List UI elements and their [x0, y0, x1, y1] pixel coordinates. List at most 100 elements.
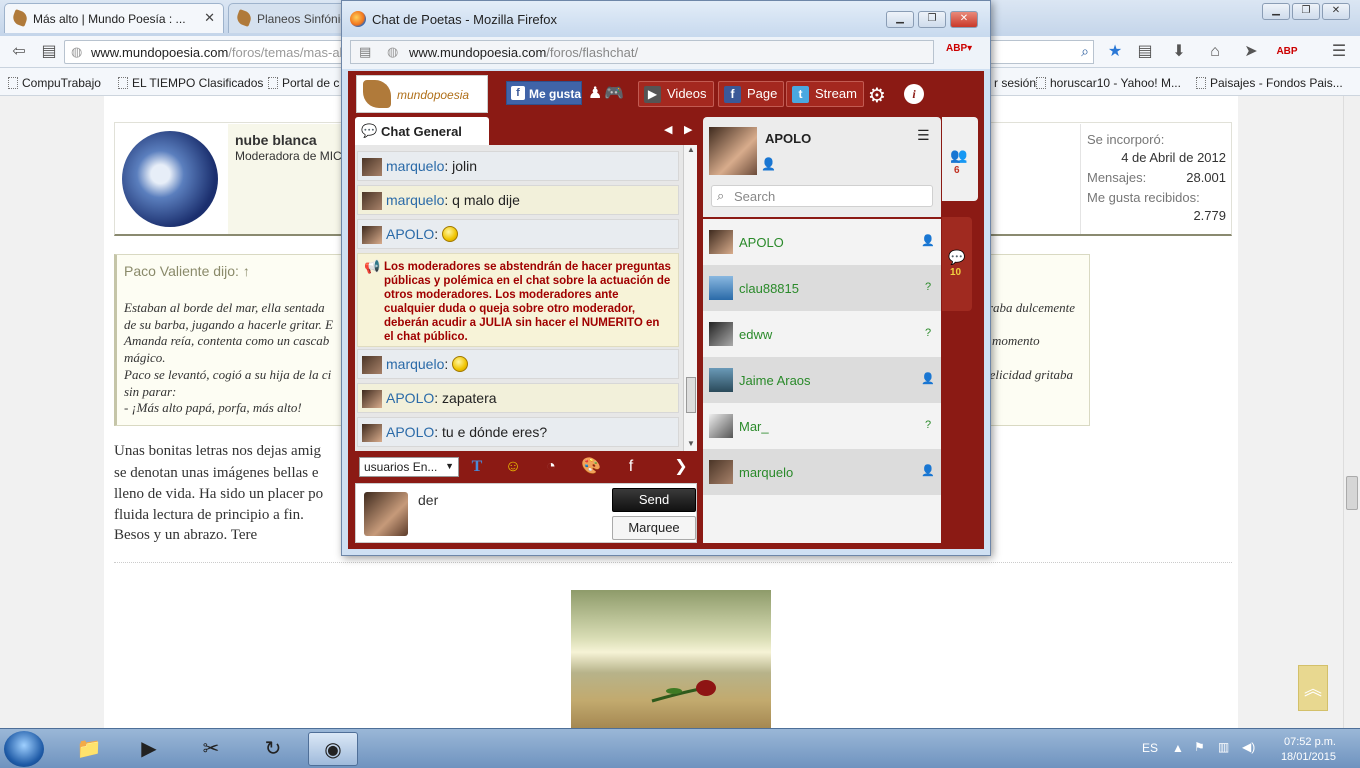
chevron-right-icon[interactable]: ❯	[669, 456, 693, 478]
scrollbar-thumb[interactable]	[1346, 476, 1358, 510]
scroll-down-icon[interactable]: ▼	[687, 439, 695, 448]
bookmark-item[interactable]: r sesión	[994, 76, 1036, 90]
user-row[interactable]: Jaime Araos 👤	[703, 357, 941, 403]
minimize-button[interactable]: ▁	[886, 11, 914, 28]
chat-application: mundopoesia f Me gusta ♟ 🎮 ▶ Videos f Page…	[348, 71, 984, 549]
users-select[interactable]: usuarios En... ▼	[359, 457, 459, 477]
clock-time: 07:52 p.m.	[1284, 736, 1336, 748]
tray-arrow-icon[interactable]: ▲	[1172, 741, 1184, 755]
user-search-input[interactable]: ⌕ Search	[711, 185, 933, 207]
user-row[interactable]: APOLO 👤	[703, 219, 941, 265]
user-row[interactable]: marquelo 👤	[703, 449, 941, 495]
url-path: /foros/flashchat/	[546, 45, 639, 60]
facebook-share-icon[interactable]: f	[619, 456, 643, 478]
marquee-button[interactable]: Marquee	[612, 516, 696, 540]
search-field[interactable]: ⌕	[990, 40, 1094, 64]
bookmark-item[interactable]: horuscar10 - Yahoo! M...	[1036, 76, 1181, 90]
tab-planeos[interactable]: Planeos Sinfónic	[228, 3, 348, 33]
volume-icon[interactable]: ◀)	[1242, 740, 1255, 754]
megaphone-icon: 📢	[364, 259, 381, 274]
tab-title: Planeos Sinfónic	[257, 12, 347, 26]
user-row[interactable]: edww?	[703, 311, 941, 357]
smiley-icon	[442, 226, 459, 242]
videos-button[interactable]: ▶ Videos	[638, 81, 714, 107]
url-path: /foros/temas/mas-alto	[228, 45, 344, 60]
tab-next-icon[interactable]: ▶	[684, 123, 692, 136]
list-icon[interactable]: ☰	[917, 127, 930, 144]
mundopoesia-logo[interactable]: mundopoesia	[356, 75, 488, 113]
chat-scrollbar[interactable]: ▲ ▼	[683, 145, 697, 451]
info-icon[interactable]: i	[904, 84, 924, 104]
chat-messages[interactable]: marquelo: jolin marquelo: q malo dije AP…	[355, 145, 697, 451]
adblock-icon[interactable]: ABP	[1276, 41, 1298, 63]
windows-start-icon[interactable]	[4, 731, 44, 767]
adblock-icon[interactable]: ABP▾	[946, 43, 972, 54]
tab-prev-icon[interactable]: ◀	[664, 123, 672, 136]
avatar[interactable]	[709, 127, 757, 175]
double-chevron-up-icon[interactable]: ︽	[1298, 665, 1328, 711]
bookmark-item[interactable]: Paisajes - Fondos Pais...	[1196, 76, 1343, 90]
user-row[interactable]: Mar_?	[703, 403, 941, 449]
flag-icon[interactable]: ⚑	[1194, 740, 1205, 754]
tab-mas-alto[interactable]: Más alto | Mundo Poesía : ... ✕	[4, 3, 224, 33]
globe-icon: ◍	[71, 44, 83, 59]
poster-name[interactable]: nube blanca	[235, 132, 317, 148]
page-scrollbar[interactable]	[1343, 96, 1360, 728]
user-list[interactable]: APOLO 👤 clau88815? edww? Jaime Araos 👤 Mar…	[703, 219, 941, 543]
clock[interactable]: 07:52 p.m. 18/01/2015	[1266, 735, 1336, 765]
url-bar[interactable]: ◍ www.mundopoesia.com/foros/temas/mas-al…	[64, 40, 344, 64]
avatar	[362, 192, 382, 210]
emoji-icon[interactable]: ☺	[501, 456, 525, 478]
bookmark-item[interactable]: Portal de c	[268, 76, 339, 90]
text-format-icon[interactable]: T	[465, 456, 489, 478]
send-icon[interactable]: ➤	[1240, 41, 1262, 63]
tab-chat-general[interactable]: 💬 Chat General	[355, 117, 489, 145]
status-icon[interactable]: ◔	[539, 456, 563, 478]
menu-icon[interactable]: ☰	[1328, 41, 1350, 63]
maximize-button[interactable]: ❐	[1292, 3, 1320, 20]
scrollbar-thumb[interactable]	[686, 377, 696, 413]
network-icon[interactable]: ▥	[1218, 740, 1229, 754]
language-indicator[interactable]: ES	[1142, 741, 1158, 755]
minimize-button[interactable]: ▁	[1262, 3, 1290, 20]
quote-header[interactable]: Paco Valiente dijo: ↑	[124, 263, 250, 279]
tools-icon[interactable]: ✂	[186, 732, 236, 766]
bookmark-item[interactable]: EL TIEMPO Clasificados	[118, 76, 263, 90]
popup-url-bar[interactable]: ▤ ◍ www.mundopoesia.com/foros/flashchat/	[350, 40, 934, 64]
page-icon	[8, 77, 18, 89]
maximize-button[interactable]: ❐	[918, 11, 946, 28]
search-icon[interactable]: ⌕	[1081, 43, 1089, 60]
facebook-like-button[interactable]: f Me gusta	[506, 81, 582, 105]
close-window-button[interactable]: ✕	[1322, 3, 1350, 20]
user-row[interactable]: clau88815?	[703, 265, 941, 311]
sync-icon[interactable]: ↻	[248, 732, 298, 766]
page-icon[interactable]: ▤	[38, 41, 60, 63]
send-button[interactable]: Send	[612, 488, 696, 512]
bookmark-item[interactable]: CompuTrabajo	[8, 76, 101, 90]
file-explorer-icon[interactable]: 📁	[64, 732, 114, 766]
back-icon[interactable]: ⇦	[8, 41, 30, 63]
gear-icon[interactable]: ⚙	[868, 83, 886, 108]
home-icon[interactable]: ⌂	[1204, 41, 1226, 63]
message-input[interactable]: der	[418, 492, 438, 508]
download-icon[interactable]: ⬇	[1168, 41, 1190, 63]
poster-avatar[interactable]	[122, 131, 218, 227]
stat-label: Se incorporó:	[1087, 132, 1165, 147]
stream-button[interactable]: t Stream	[786, 81, 864, 107]
side-tab-rooms[interactable]: 💬 10	[942, 217, 972, 311]
chat-bubble-icon: 💬	[361, 123, 378, 138]
firefox-icon[interactable]: ◉	[308, 732, 358, 766]
person-icon[interactable]: ♟	[588, 83, 602, 103]
close-tab-icon[interactable]: ✕	[204, 10, 215, 26]
side-tab-users[interactable]: 👥 6	[942, 117, 978, 201]
bookmark-star-icon[interactable]: ★	[1104, 41, 1126, 63]
post-image[interactable]	[571, 590, 771, 728]
scroll-up-icon[interactable]: ▲	[687, 145, 695, 154]
page-button[interactable]: f Page	[718, 81, 785, 107]
chat-popup-window: Chat de Poetas - Mozilla Firefox ▁ ❐ ✕ ▤…	[341, 0, 991, 556]
media-player-icon[interactable]: ▶	[124, 732, 174, 766]
bookmarks-list-icon[interactable]: ▤	[1134, 41, 1156, 63]
gamepad-icon[interactable]: 🎮	[604, 83, 624, 103]
close-window-button[interactable]: ✕	[950, 11, 978, 28]
palette-icon[interactable]: 🎨	[579, 456, 603, 478]
